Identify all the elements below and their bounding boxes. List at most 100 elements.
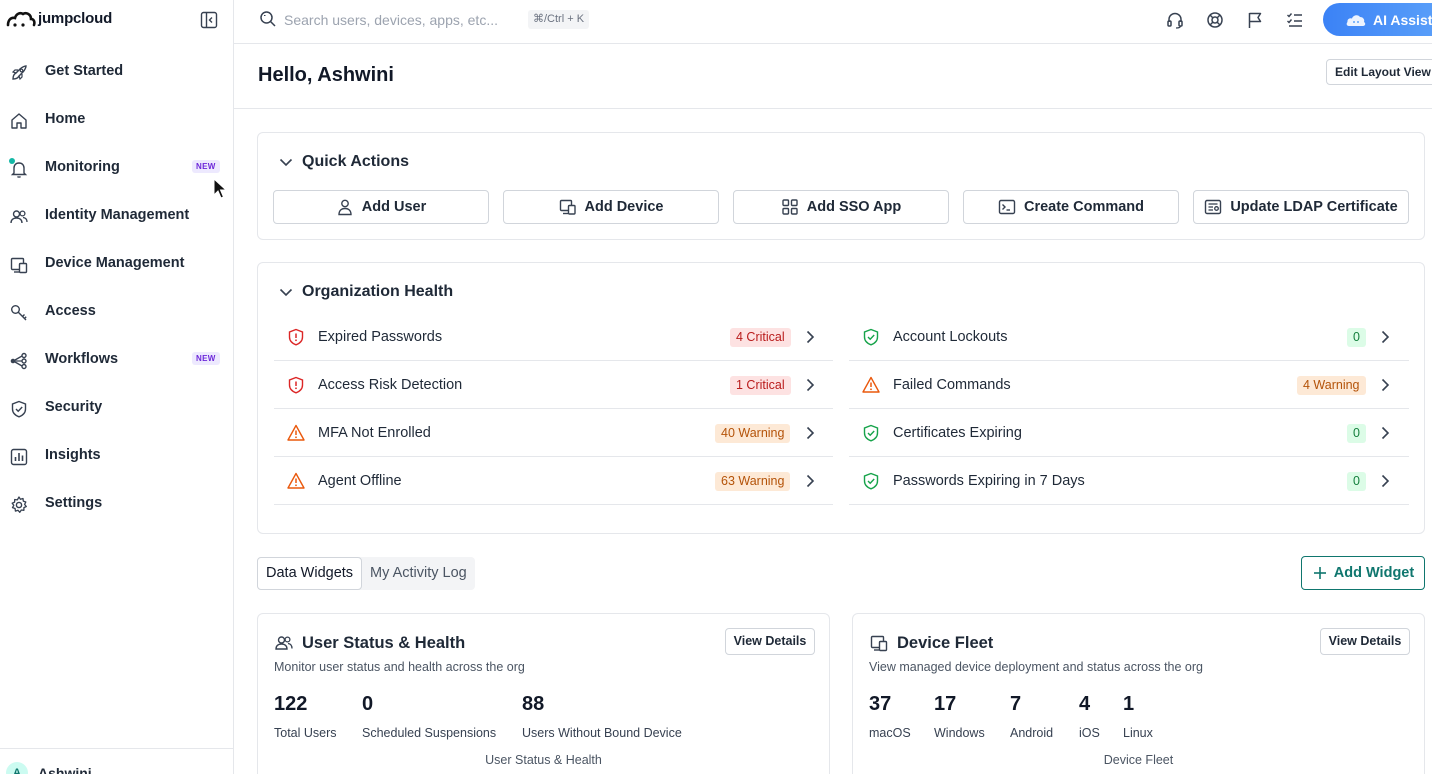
tab-my-activity-log[interactable]: My Activity Log — [362, 557, 475, 590]
users-icon — [10, 210, 28, 224]
add-widget-button[interactable]: Add Widget — [1301, 556, 1425, 590]
widget-title: User Status & Health — [302, 634, 466, 652]
help-lifebuoy-icon[interactable] — [1205, 10, 1225, 30]
stat-label: Windows — [934, 726, 985, 740]
stat-value: 122 — [274, 693, 308, 715]
health-row-mfa-not-enrolled[interactable]: MFA Not Enrolled 40 Warning — [274, 409, 833, 457]
collapse-sidebar-icon[interactable] — [200, 11, 218, 29]
edit-layout-button[interactable]: Edit Layout View — [1326, 59, 1432, 85]
sidebar-item-label: Workflows — [45, 351, 119, 367]
cloud-logo-icon — [6, 11, 36, 27]
health-row-account-lockouts[interactable]: Account Lockouts 0 — [849, 313, 1409, 361]
stat-users-without-bound-device: 88 Users Without Bound Device — [522, 692, 682, 740]
search-input[interactable] — [284, 10, 520, 30]
create-command-label: Create Command — [1023, 199, 1145, 215]
health-row-access-risk-detection[interactable]: Access Risk Detection 1 Critical — [274, 361, 833, 409]
view-details-button[interactable]: View Details — [725, 628, 815, 655]
users-icon — [275, 636, 293, 650]
user-status-widget: User Status & Health View Details Monito… — [257, 613, 830, 774]
shield-alert-icon — [288, 328, 304, 346]
sidebar-item-label: Insights — [45, 447, 101, 463]
add-sso-app-button[interactable]: Add SSO App — [733, 190, 949, 224]
chart-title: User Status & Health — [485, 753, 602, 767]
tab-data-widgets[interactable]: Data Widgets — [257, 557, 363, 590]
top-bar: ⌘/Ctrl + K AI Assistant — [234, 0, 1432, 44]
chevron-right-icon — [1381, 426, 1390, 440]
chevron-down-icon[interactable] — [278, 284, 294, 300]
sidebar-item-home[interactable]: Home — [0, 96, 234, 144]
health-label: Failed Commands — [893, 377, 1011, 393]
avatar: A — [6, 762, 28, 774]
health-row-expired-passwords[interactable]: Expired Passwords 4 Critical — [274, 313, 833, 361]
plus-icon — [1313, 567, 1326, 579]
health-label: MFA Not Enrolled — [318, 425, 431, 441]
apps-grid-icon — [782, 199, 798, 215]
key-icon — [11, 305, 27, 321]
health-label: Certificates Expiring — [893, 425, 1022, 441]
workflow-icon — [10, 352, 27, 370]
bell-icon — [10, 162, 28, 178]
sidebar-item-insights[interactable]: Insights — [0, 432, 234, 480]
health-row-failed-commands[interactable]: Failed Commands 4 Warning — [849, 361, 1409, 409]
sidebar-item-label: Get Started — [45, 63, 124, 79]
gear-icon — [11, 496, 27, 513]
chevron-down-icon[interactable] — [278, 154, 294, 170]
create-command-button[interactable]: Create Command — [963, 190, 1179, 224]
stat-value: 17 — [934, 693, 957, 715]
sidebar-item-monitoring[interactable]: Monitoring NEW — [0, 144, 234, 192]
health-row-certificates-expiring[interactable]: Certificates Expiring 0 — [849, 409, 1409, 457]
warning-triangle-icon — [287, 424, 305, 441]
sidebar-item-label: Settings — [45, 495, 103, 511]
shield-alert-icon — [288, 376, 304, 394]
sidebar-item-workflows[interactable]: Workflows NEW — [0, 336, 234, 384]
certificate-icon — [1205, 199, 1222, 215]
stat-linux: 1 Linux — [1123, 692, 1153, 740]
page-title: Hello, Ashwini — [258, 64, 394, 86]
stat-label: macOS — [869, 726, 911, 740]
quick-actions-title: Quick Actions — [302, 153, 409, 170]
add-device-button[interactable]: Add Device — [503, 190, 719, 224]
sidebar-item-get-started[interactable]: Get Started — [0, 48, 234, 96]
chevron-right-icon — [1381, 378, 1390, 392]
logo[interactable]: jumpcloud — [6, 10, 112, 27]
stat-label: Total Users — [274, 726, 337, 740]
add-user-button[interactable]: Add User — [273, 190, 489, 224]
ok-badge: 0 — [1347, 328, 1366, 347]
sidebar-item-access[interactable]: Access — [0, 288, 234, 336]
sidebar-item-label: Monitoring — [45, 159, 120, 175]
sidebar-item-device-management[interactable]: Device Management — [0, 240, 234, 288]
warning-triangle-icon — [287, 472, 305, 489]
add-device-label: Add Device — [584, 199, 664, 215]
update-ldap-label: Update LDAP Certificate — [1230, 199, 1398, 215]
health-row-passwords-expiring[interactable]: Passwords Expiring in 7 Days 0 — [849, 457, 1409, 505]
device-fleet-widget: Device Fleet View Details View managed d… — [852, 613, 1425, 774]
add-widget-label: Add Widget — [1333, 565, 1415, 581]
chart-title: Device Fleet — [1103, 753, 1174, 767]
shield-check-icon — [863, 424, 879, 442]
sidebar-item-settings[interactable]: Settings — [0, 480, 234, 528]
header-divider — [234, 108, 1432, 109]
flag-icon[interactable] — [1245, 10, 1265, 30]
ai-assistant-button[interactable]: AI Assistant — [1323, 3, 1432, 36]
home-icon — [11, 113, 27, 129]
user-menu[interactable]: A Ashwini — [0, 748, 234, 774]
stat-value: 88 — [522, 693, 545, 715]
chart-icon — [10, 448, 28, 466]
sidebar-item-label: Home — [45, 111, 86, 127]
health-row-agent-offline[interactable]: Agent Offline 63 Warning — [274, 457, 833, 505]
organization-health-title: Organization Health — [302, 283, 454, 300]
sidebar-item-identity-management[interactable]: Identity Management — [0, 192, 234, 240]
stat-value: 1 — [1123, 693, 1135, 715]
widget-description: Monitor user status and health across th… — [274, 660, 525, 674]
brand-name: jumpcloud — [38, 10, 113, 27]
ai-cloud-icon — [1346, 15, 1366, 26]
sidebar-item-label: Security — [45, 399, 103, 415]
checklist-icon[interactable] — [1285, 10, 1305, 30]
shield-icon — [11, 400, 27, 418]
update-ldap-certificate-button[interactable]: Update LDAP Certificate — [1193, 190, 1409, 224]
stat-label: Linux — [1123, 726, 1153, 740]
view-details-button[interactable]: View Details — [1320, 628, 1410, 655]
sidebar-item-security[interactable]: Security — [0, 384, 234, 432]
headset-icon[interactable] — [1165, 10, 1185, 30]
quick-actions-card: Quick Actions Add User Add Device Add SS… — [257, 132, 1425, 240]
